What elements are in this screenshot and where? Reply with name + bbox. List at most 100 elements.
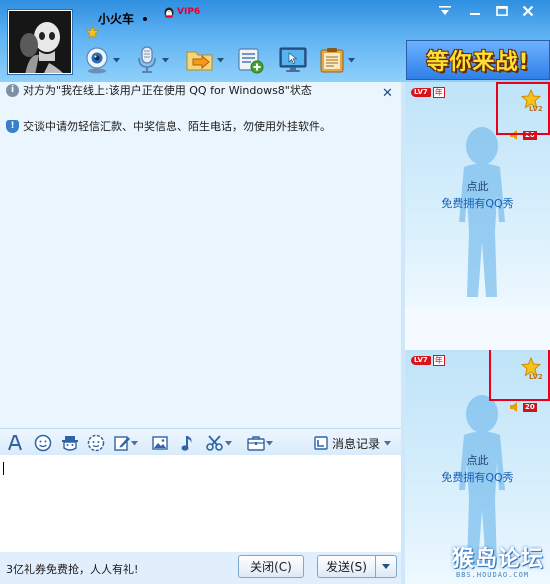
security-notice: ! 交谈中请勿轻信汇款、中奖信息、陌生电话，勿使用外挂软件。: [6, 120, 396, 133]
maximize-button[interactable]: [490, 2, 514, 20]
chevron-down-icon: [266, 440, 273, 445]
music-button[interactable]: [180, 433, 196, 453]
close-notice-button[interactable]: ✕: [382, 86, 393, 101]
message-history-button[interactable]: 消息记录: [314, 433, 392, 453]
avatar-image: [9, 11, 71, 73]
info-icon: i: [6, 84, 19, 97]
bottom-bar: 3亿礼券免费抢，人人有礼! 关闭(C) 发送(S): [0, 552, 401, 584]
close-icon: [522, 5, 534, 17]
emoji-button[interactable]: [34, 433, 52, 453]
history-icon: [314, 436, 328, 450]
promo-link[interactable]: 3亿礼券免费抢，人人有礼!: [6, 561, 138, 577]
self-level: LV7: [411, 356, 431, 365]
font-icon: [8, 435, 22, 451]
handwriting-button[interactable]: [113, 433, 138, 453]
chevron-down-icon: [131, 440, 138, 445]
screenshot-button[interactable]: [205, 433, 232, 453]
message-history[interactable]: i 对方为"我在线上:该用户正在使用 QQ for Windows8"状态 ✕ …: [0, 82, 401, 428]
self-volume-value: 20: [523, 402, 537, 412]
close-chat-button[interactable]: 关闭(C): [238, 555, 304, 578]
pencil-edit-icon: [114, 436, 130, 451]
self-level-badge: LV7 年: [411, 355, 445, 366]
minimize-button[interactable]: [463, 2, 487, 20]
free-qq-show-link[interactable]: 点此 免费拥有QQ秀: [405, 178, 550, 212]
self-year-badge: 年: [432, 355, 445, 366]
video-chat-button[interactable]: [83, 44, 120, 76]
chevron-down-icon: [217, 57, 224, 62]
apps-button[interactable]: [318, 44, 355, 76]
friend-level: LV7: [411, 88, 431, 97]
text-caret: [3, 462, 4, 475]
promo-banner[interactable]: 等你来战!: [406, 40, 550, 80]
microphone-icon: [138, 46, 156, 73]
chevron-down-icon: [384, 440, 392, 445]
online-status-notice: i 对方为"我在线上:该用户正在使用 QQ for Windows8"状态: [6, 84, 376, 97]
vip-emoji-button[interactable]: [87, 433, 105, 453]
send-button[interactable]: 发送(S): [317, 555, 376, 578]
chevron-down-icon: [225, 440, 232, 445]
friend-qq-show[interactable]: LV7 年 LV2 20 点此 免费拥有QQ秀: [405, 82, 550, 308]
clipboard-icon: [320, 48, 344, 73]
security-notice-text: 交谈中请勿轻信汇款、中奖信息、陌生电话，勿使用外挂软件。: [23, 120, 331, 133]
avatar-silhouette-icon: [459, 127, 505, 297]
toolbox-button[interactable]: [246, 433, 273, 453]
free-qq-show-link[interactable]: 点此 免费拥有QQ秀: [405, 452, 550, 486]
send-sms-button[interactable]: [236, 44, 264, 76]
message-input[interactable]: [0, 455, 401, 552]
font-button[interactable]: [6, 433, 24, 453]
speaker-icon: [510, 402, 517, 412]
vip-label: VIP6: [177, 7, 201, 17]
smiley-icon: [34, 434, 52, 452]
folder-arrow-icon: [186, 51, 213, 71]
music-note-icon: [181, 436, 192, 451]
briefcase-icon: [247, 436, 265, 451]
maximize-icon: [496, 6, 508, 16]
free-qq-show-line1: 点此: [466, 180, 489, 193]
shield-icon: !: [6, 120, 19, 133]
chevron-down-icon: [113, 57, 120, 62]
contact-nickname[interactable]: 小火车: [98, 10, 134, 27]
chat-panel: i 对方为"我在线上:该用户正在使用 QQ for Windows8"状态 ✕ …: [0, 82, 401, 584]
qq-level-star-icon[interactable]: [86, 26, 99, 39]
voice-chat-button[interactable]: [134, 44, 169, 76]
chevron-down-icon: [348, 57, 355, 62]
highlight-frame: [496, 82, 550, 135]
flower-face-icon: [87, 434, 105, 452]
panel-divider: [405, 308, 550, 350]
webcam-icon: [86, 47, 108, 74]
send-options-button[interactable]: [375, 555, 397, 578]
dropdown-triangle-icon: [439, 6, 451, 15]
sms-icon: [238, 48, 264, 74]
monitor-icon: [279, 47, 307, 72]
chevron-down-icon: [162, 57, 169, 62]
send-image-button[interactable]: [151, 433, 169, 453]
self-volume[interactable]: 20: [509, 402, 537, 412]
scissors-icon: [206, 435, 223, 451]
friend-level-badge: LV7 年: [411, 87, 445, 98]
qq-show-panel: LV7 年 LV2 20 点此 免费拥有QQ秀 LV7 年 LV2 20 点此 …: [405, 82, 550, 584]
magic-expression-button[interactable]: [60, 433, 80, 453]
watermark-title: 猴岛论坛: [452, 547, 545, 572]
penguin-icon: [164, 7, 174, 18]
watermark-url: BBS.HOUDAO.COM: [456, 571, 530, 579]
vip-badge[interactable]: VIP6: [163, 6, 200, 18]
send-file-button[interactable]: [185, 44, 224, 76]
free-qq-show-line2: 免费拥有QQ秀: [441, 471, 514, 484]
free-qq-show-line1: 点此: [466, 454, 489, 467]
close-window-button[interactable]: [516, 2, 540, 20]
forum-watermark: 猴岛论坛 BBS.HOUDAO.COM: [452, 541, 548, 583]
window-menu-button[interactable]: [433, 2, 457, 20]
image-icon: [152, 436, 168, 450]
free-qq-show-line2: 免费拥有QQ秀: [441, 197, 514, 210]
message-history-label: 消息记录: [332, 436, 381, 451]
format-toolbar: 消息记录: [0, 428, 401, 455]
online-status-notice-text: 对方为"我在线上:该用户正在使用 QQ for Windows8"状态: [23, 84, 312, 97]
online-status-icon: [143, 17, 147, 21]
promo-banner-text: 等你来战!: [426, 50, 530, 75]
avatar[interactable]: [8, 10, 72, 74]
minimize-icon: [470, 13, 480, 15]
chat-header: 小火车 VIP6 等你来战!: [0, 0, 550, 82]
remote-assist-button[interactable]: [278, 44, 308, 76]
highlight-frame: [489, 350, 550, 401]
mask-face-icon: [62, 436, 78, 451]
